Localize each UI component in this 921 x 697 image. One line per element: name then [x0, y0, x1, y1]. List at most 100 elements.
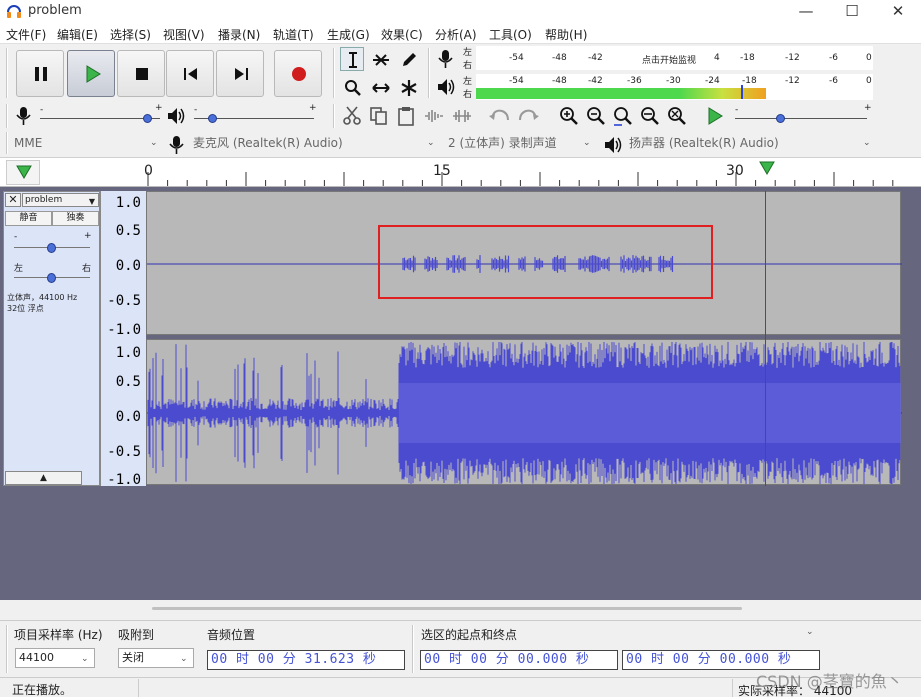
- project-rate-select[interactable]: 44100 ⌄: [15, 648, 95, 668]
- pan-slider[interactable]: [47, 273, 56, 283]
- menu-generate[interactable]: 生成(G): [327, 26, 370, 43]
- snap-to-select[interactable]: 关闭 ⌄: [118, 648, 194, 668]
- track-close-button[interactable]: ✕: [5, 193, 21, 207]
- selection-tool[interactable]: [340, 47, 364, 71]
- zoom-tool[interactable]: [340, 75, 364, 99]
- rec-tick: 0: [866, 53, 872, 63]
- zoom-in-icon[interactable]: [559, 106, 579, 126]
- undo-icon[interactable]: [488, 106, 512, 126]
- recording-channels-value: 2 (立体声) 录制声道: [448, 136, 557, 150]
- timeline-ruler[interactable]: 0 15 30: [0, 157, 921, 187]
- draw-tool[interactable]: [396, 47, 420, 71]
- vruler-label: -0.5: [107, 293, 141, 309]
- zoom-out-icon[interactable]: [586, 106, 606, 126]
- solo-button[interactable]: 独奏: [52, 211, 99, 226]
- pause-icon: [35, 67, 47, 81]
- play-button[interactable]: [67, 50, 115, 97]
- vruler-label: 0.5: [115, 223, 141, 239]
- play-at-speed-icon[interactable]: [705, 106, 725, 126]
- cut-icon[interactable]: [342, 106, 362, 126]
- playhead-icon[interactable]: [759, 161, 775, 175]
- playback-volume-slider[interactable]: [208, 114, 217, 123]
- pause-button[interactable]: [16, 50, 64, 97]
- timeshift-tool[interactable]: [368, 75, 392, 99]
- recording-channels-select[interactable]: 2 (立体声) 录制声道 ⌄: [448, 132, 596, 154]
- track-menu-button[interactable]: problem ▼: [22, 193, 99, 207]
- stop-button[interactable]: [117, 50, 165, 97]
- chevron-down-icon[interactable]: ⌄: [806, 627, 814, 637]
- ibeam-icon: [349, 52, 357, 68]
- minimize-button[interactable]: —: [783, 0, 829, 24]
- menu-view[interactable]: 视图(V): [163, 26, 205, 43]
- waveform-right-channel[interactable]: [146, 339, 902, 485]
- fit-selection-icon[interactable]: [613, 106, 633, 126]
- recording-volume-slider[interactable]: [143, 114, 152, 123]
- menu-transport[interactable]: 播录(N): [218, 26, 260, 43]
- trim-audio-icon[interactable]: [424, 106, 444, 126]
- audio-position-label: 音频位置: [207, 628, 256, 642]
- rec-tick: 4: [714, 53, 720, 63]
- selection-start-field[interactable]: 00 时 00 分 00.000 秒: [420, 650, 618, 670]
- vruler-label: 0.0: [115, 258, 141, 274]
- play-tick: -12: [785, 76, 800, 86]
- collapse-track-button[interactable]: ▲: [5, 471, 82, 485]
- record-meter[interactable]: -54 -48 -42 点击开始监视 4 -18 -12 -6 0: [476, 46, 873, 70]
- skip-start-icon: [184, 68, 197, 80]
- gain-slider[interactable]: [47, 243, 56, 253]
- pan-right-label: 右: [82, 264, 92, 274]
- menu-analyze[interactable]: 分析(A): [435, 26, 477, 43]
- recording-device-select[interactable]: 麦克风 (Realtek(R) Audio) ⌄: [193, 132, 441, 154]
- ruler-scale: [147, 172, 894, 186]
- close-button[interactable]: ✕: [875, 0, 921, 24]
- rec-tick: -48: [552, 53, 567, 63]
- multi-tool[interactable]: [396, 75, 420, 99]
- silence-audio-icon[interactable]: [452, 106, 472, 126]
- mute-button[interactable]: 静音: [5, 211, 52, 226]
- record-icon: [292, 67, 306, 81]
- play-left-label: 左: [463, 77, 473, 87]
- right-channel-waveform: [147, 342, 902, 484]
- menu-edit[interactable]: 编辑(E): [57, 26, 98, 43]
- rec-tick: -18: [740, 53, 755, 63]
- play-speed-slider[interactable]: [776, 114, 785, 123]
- play-tick: -18: [742, 76, 757, 86]
- audio-position-field[interactable]: 00 时 00 分 31.623 秒: [207, 650, 405, 670]
- fit-project-icon[interactable]: [640, 106, 660, 126]
- skip-to-start-button[interactable]: [166, 50, 214, 97]
- ruler-label: 15: [433, 163, 451, 179]
- paste-icon[interactable]: [396, 106, 416, 126]
- record-meter-mic-icon[interactable]: [436, 49, 456, 69]
- playback-meter[interactable]: -54 -48 -42 -36 -30 -24 -18 -12 -6 0: [476, 74, 873, 100]
- menu-select[interactable]: 选择(S): [110, 26, 151, 43]
- skip-to-end-button[interactable]: [216, 50, 264, 97]
- playback-level-bar: [476, 88, 766, 99]
- menu-file[interactable]: 文件(F): [6, 26, 46, 43]
- ruler-label: 30: [726, 163, 744, 179]
- menu-tracks[interactable]: 轨道(T): [273, 26, 314, 43]
- start-monitoring-hint[interactable]: 点击开始监视: [642, 53, 696, 66]
- watermark: CSDN @茎寶的魚丶: [756, 672, 903, 691]
- timeline-options[interactable]: [6, 160, 40, 185]
- audio-position-value: 00 时 00 分 31.623 秒: [211, 652, 377, 667]
- scroll-thumb[interactable]: [152, 607, 742, 610]
- maximize-button[interactable]: ☐: [829, 0, 875, 24]
- play-tick: 0: [866, 76, 872, 86]
- chevron-down-icon: ⌄: [863, 138, 871, 148]
- play-meter-speaker-icon[interactable]: [436, 77, 456, 97]
- horizontal-scrollbar[interactable]: [0, 600, 921, 620]
- snap-to-label: 吸附到: [118, 628, 155, 642]
- rec-tick: -42: [588, 53, 603, 63]
- record-button[interactable]: [274, 50, 322, 97]
- playback-device-select[interactable]: 扬声器 (Realtek(R) Audio) ⌄: [629, 132, 877, 154]
- menu-help[interactable]: 帮助(H): [545, 26, 587, 43]
- recording-volume-track: [40, 118, 160, 119]
- rec-left-label: 左: [463, 48, 473, 58]
- redo-icon[interactable]: [516, 106, 540, 126]
- selection-end-field[interactable]: 00 时 00 分 00.000 秒: [622, 650, 820, 670]
- envelope-tool[interactable]: [368, 47, 392, 71]
- copy-icon[interactable]: [369, 106, 389, 126]
- zoom-toggle-icon[interactable]: [667, 106, 687, 126]
- audio-host-select[interactable]: MME ⌄: [14, 132, 162, 154]
- menu-effect[interactable]: 效果(C): [381, 26, 423, 43]
- menu-tools[interactable]: 工具(O): [489, 26, 532, 43]
